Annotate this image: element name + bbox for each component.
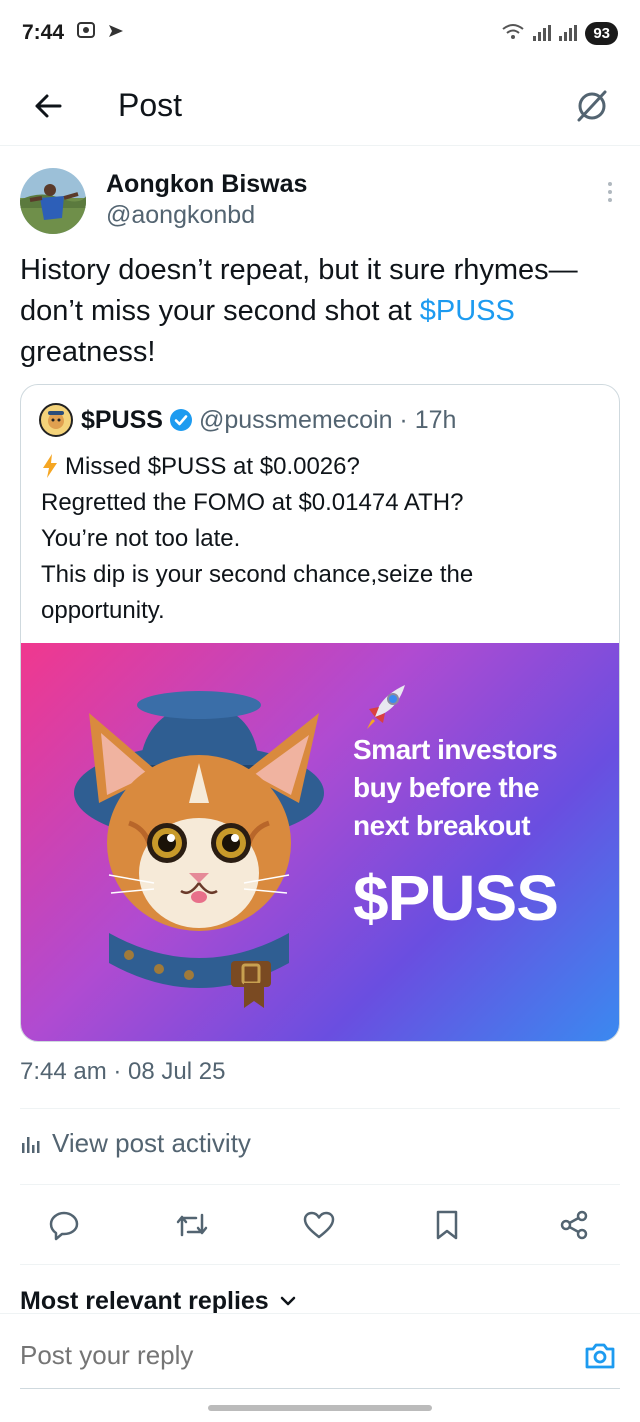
image-tagline-line: Smart investors	[353, 734, 558, 765]
author-info: Aongkon Biswas @aongkonbd	[106, 170, 307, 230]
battery-indicator: 93	[585, 21, 618, 45]
divider	[20, 1264, 620, 1265]
quoted-post[interactable]: $PUSS @pussmemecoin · 17h Missed $PUSS a…	[20, 384, 620, 1042]
image-tagline-line: next breakout	[353, 810, 531, 841]
repost-button[interactable]	[172, 1205, 212, 1245]
back-arrow-icon	[35, 94, 62, 117]
grok-button[interactable]	[572, 86, 612, 126]
quote-line: You’re not too late.	[41, 525, 241, 552]
image-ticker: $PUSS	[353, 862, 559, 934]
more-dot	[608, 182, 612, 186]
quote-line: opportunity.	[41, 597, 165, 624]
image-tagline: Smart investors buy before the next brea…	[353, 731, 603, 845]
reply-composer	[0, 1313, 640, 1389]
share-icon	[560, 1210, 588, 1240]
signal-icon	[533, 25, 552, 41]
bookmark-icon	[436, 1210, 457, 1240]
quote-header: $PUSS @pussmemecoin · 17h	[39, 403, 456, 437]
more-options-button[interactable]	[600, 182, 620, 202]
quote-line-text: Missed $PUSS at $0.0026?	[65, 453, 360, 480]
verified-badge-icon	[169, 408, 193, 432]
activity-label: View post activity	[52, 1128, 251, 1158]
wifi-icon	[501, 22, 525, 45]
reply-underline	[20, 1388, 620, 1389]
page-title: Post	[118, 87, 183, 123]
more-dot	[608, 190, 612, 194]
signal-icon	[559, 25, 578, 41]
quote-line: Missed $PUSS at $0.0026?	[41, 449, 611, 485]
author-handle[interactable]: @aongkonbd	[106, 201, 307, 230]
post-timestamp: 7:44 am · 08 Jul 25	[20, 1058, 226, 1085]
grok-icon	[577, 90, 607, 121]
camera-button[interactable]	[582, 1338, 618, 1374]
rocket-icon	[365, 685, 405, 729]
post-action-bar	[20, 1200, 620, 1250]
heart-icon	[303, 1211, 335, 1239]
status-right: 93	[501, 21, 618, 45]
status-left: 7:44	[22, 20, 124, 46]
divider	[20, 1108, 620, 1109]
quote-text: Missed $PUSS at $0.0026? Regretted the F…	[41, 449, 611, 629]
quote-handle-time: @pussmemecoin · 17h	[198, 405, 457, 434]
cashtag-link[interactable]: $PUSS	[420, 295, 515, 327]
reply-input[interactable]	[20, 1340, 520, 1371]
like-button[interactable]	[299, 1205, 339, 1245]
avatar[interactable]	[20, 168, 86, 234]
repost-icon	[176, 1213, 207, 1237]
replies-sort-label: Most relevant replies	[20, 1286, 269, 1315]
post-text-end: greatness!	[20, 336, 156, 368]
quote-line: This dip is your second chance,seize the	[41, 561, 474, 588]
screenshot-icon	[76, 20, 96, 46]
status-bar: 7:44 93	[0, 0, 640, 66]
navigation-arrow-icon	[108, 21, 124, 45]
cat-illustration	[74, 691, 324, 1008]
top-app-bar: Post	[0, 66, 640, 146]
view-post-activity-link[interactable]: View post activity	[20, 1128, 251, 1159]
quote-author-name: $PUSS	[81, 405, 163, 434]
author-name[interactable]: Aongkon Biswas	[106, 170, 307, 199]
replies-sort-dropdown[interactable]: Most relevant replies	[20, 1286, 297, 1316]
quote-avatar	[39, 403, 73, 437]
quote-line: Regretted the FOMO at $0.01474 ATH?	[41, 489, 464, 516]
bookmark-button[interactable]	[427, 1205, 467, 1245]
more-dot	[608, 198, 612, 202]
image-tagline-line: buy before the	[353, 772, 539, 803]
lightning-icon	[41, 453, 59, 480]
status-time: 7:44	[22, 21, 65, 44]
quote-media-image[interactable]: Smart investors buy before the next brea…	[21, 643, 619, 1041]
camera-icon	[585, 1343, 615, 1369]
divider	[20, 1184, 620, 1185]
reply-button[interactable]	[44, 1205, 84, 1245]
post-text: History doesn’t repeat, but it sure rhym…	[20, 250, 624, 373]
post-author: Aongkon Biswas @aongkonbd	[20, 166, 620, 236]
home-indicator[interactable]	[208, 1405, 432, 1411]
back-button[interactable]	[28, 86, 68, 126]
analytics-icon	[22, 1136, 40, 1153]
share-button[interactable]	[554, 1205, 594, 1245]
chevron-down-icon	[280, 1296, 295, 1306]
reply-icon	[49, 1211, 79, 1241]
